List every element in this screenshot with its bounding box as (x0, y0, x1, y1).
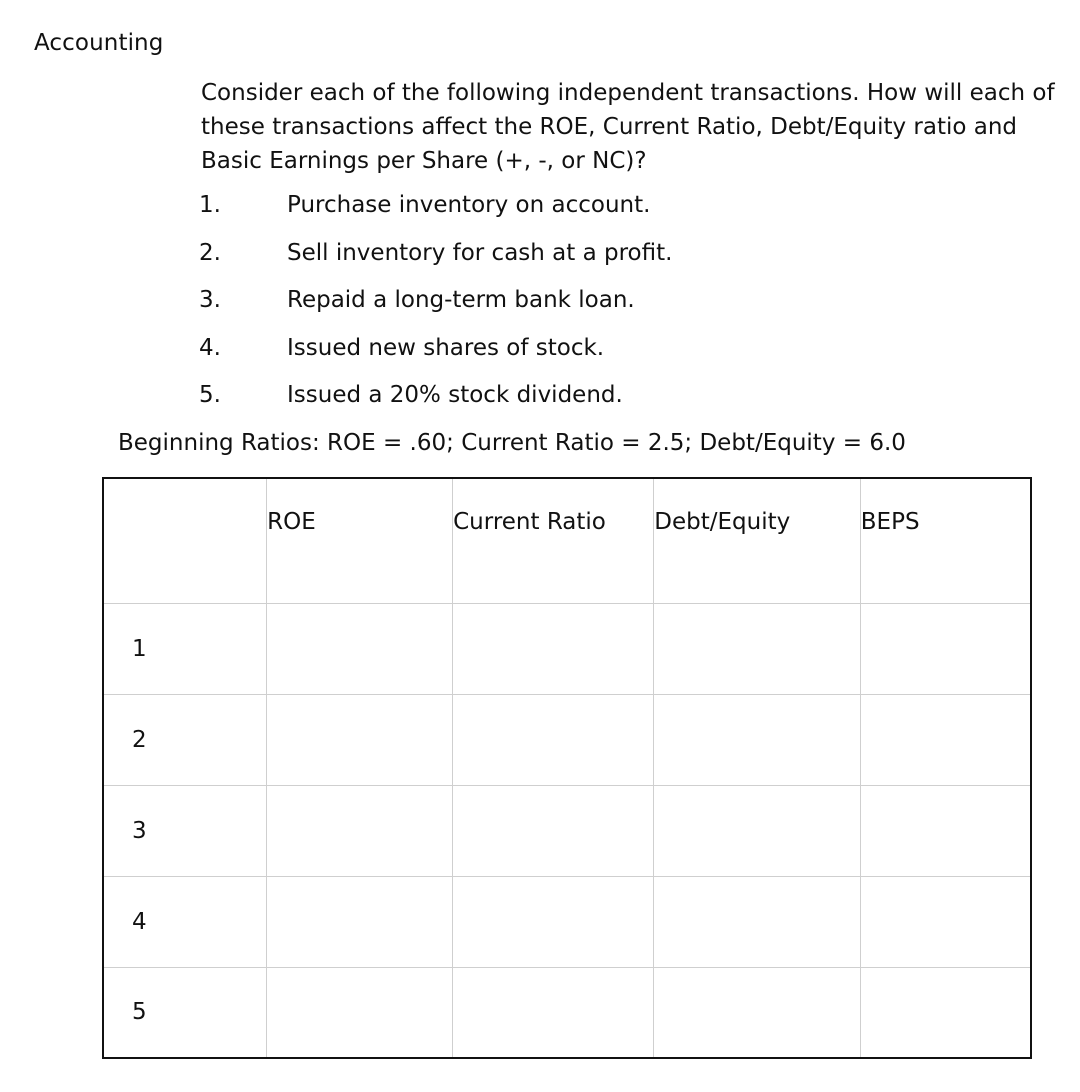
header-cell-blank (102, 477, 268, 604)
answer-cell-current-ratio[interactable] (452, 693, 655, 786)
transaction-text: Purchase inventory on account. (287, 192, 651, 218)
table-row: 4 (102, 875, 1032, 968)
answer-cell-debt-equity[interactable] (653, 602, 861, 695)
answer-cell-debt-equity[interactable] (653, 693, 861, 786)
row-label: 3 (102, 784, 268, 877)
answer-cell-current-ratio[interactable] (452, 875, 655, 968)
row-label: 4 (102, 875, 268, 968)
answer-cell-debt-equity[interactable] (653, 966, 861, 1059)
table-row: 1 (102, 602, 1032, 695)
header-cell-debt-equity: Debt/Equity (653, 477, 861, 604)
transaction-text: Issued a 20% stock dividend. (287, 382, 623, 408)
transaction-text: Issued new shares of stock. (287, 334, 605, 361)
answer-cell-beps[interactable] (859, 875, 1032, 968)
transaction-number: 3. (199, 287, 221, 313)
transaction-text: Sell inventory for cash at a profit. (287, 239, 673, 266)
answer-cell-current-ratio[interactable] (452, 966, 655, 1059)
answer-cell-beps[interactable] (859, 966, 1032, 1059)
transaction-number: 4. (199, 334, 221, 361)
table-row: 5 (102, 966, 1032, 1059)
header-cell-current-ratio: Current Ratio (452, 477, 655, 604)
transaction-number: 1. (199, 192, 221, 218)
header-cell-roe: ROE (266, 477, 454, 604)
answer-cell-debt-equity[interactable] (653, 784, 861, 877)
answer-cell-beps[interactable] (859, 784, 1032, 877)
answer-cell-roe[interactable] (266, 784, 454, 877)
question-prompt: Consider each of the following independe… (201, 80, 1055, 174)
transaction-number: 2. (199, 239, 221, 266)
transaction-text: Repaid a long-term bank loan. (287, 287, 635, 313)
answer-cell-roe[interactable] (266, 875, 454, 968)
answer-cell-beps[interactable] (859, 693, 1032, 786)
answer-cell-debt-equity[interactable] (653, 875, 861, 968)
table-row: 3 (102, 784, 1032, 877)
beginning-ratios: Beginning Ratios: ROE = .60; Current Rat… (118, 430, 906, 456)
row-label: 5 (102, 966, 268, 1059)
transaction-number: 5. (199, 382, 221, 408)
table-header-row: ROE Current Ratio Debt/Equity BEPS (102, 477, 1032, 604)
answer-cell-current-ratio[interactable] (452, 784, 655, 877)
answer-cell-roe[interactable] (266, 693, 454, 786)
answer-cell-roe[interactable] (266, 966, 454, 1059)
row-label: 2 (102, 693, 268, 786)
answer-cell-beps[interactable] (859, 602, 1032, 695)
row-label: 1 (102, 602, 268, 695)
answer-table: ROE Current Ratio Debt/Equity BEPS 1 2 3… (102, 477, 1032, 1059)
answer-cell-roe[interactable] (266, 602, 454, 695)
answer-cell-current-ratio[interactable] (452, 602, 655, 695)
subject-title: Accounting (34, 30, 164, 56)
table-row: 2 (102, 693, 1032, 786)
header-cell-beps: BEPS (859, 477, 1032, 604)
